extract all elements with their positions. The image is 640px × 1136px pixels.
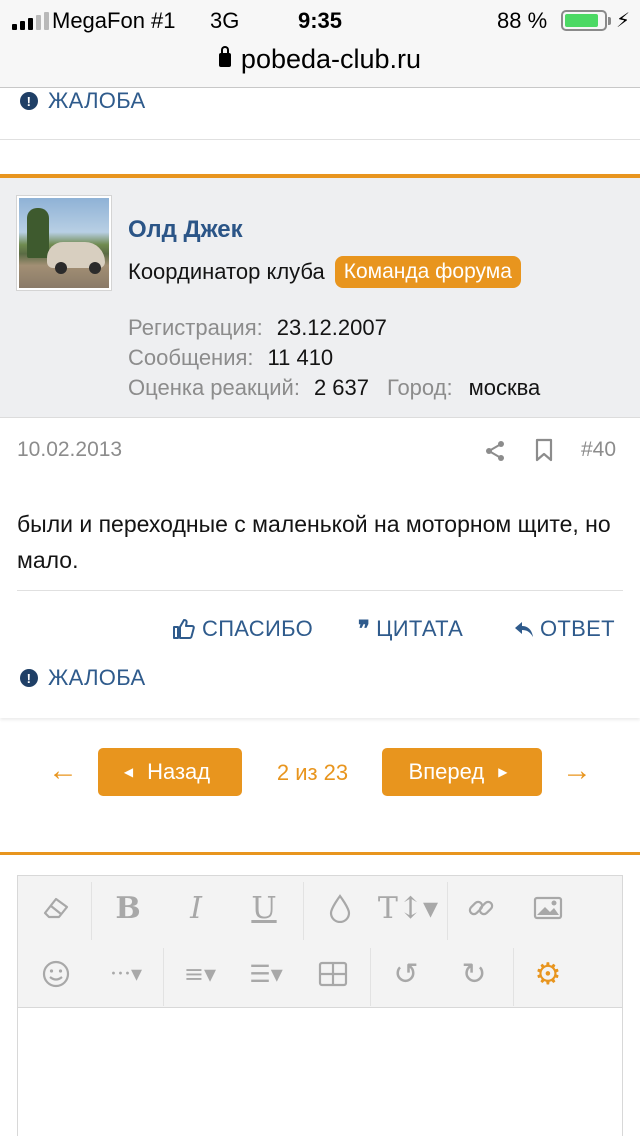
quote-button[interactable]: ❞ ЦИТАТА (358, 616, 463, 642)
lock-icon (218, 46, 231, 67)
bold-icon[interactable]: B (108, 888, 148, 928)
post-number[interactable]: #40 (581, 438, 616, 462)
like-label: СПАСИБО (202, 616, 313, 641)
reply-button[interactable]: ОТВЕТ (514, 616, 615, 642)
underline-icon[interactable]: U (244, 888, 284, 928)
report-label: ЖАЛОБА (48, 665, 146, 690)
smiley-icon[interactable] (36, 954, 76, 994)
color-icon[interactable] (320, 888, 360, 928)
caret-left-icon: ◀ (123, 765, 134, 779)
registration-value: 23.12.2007 (276, 315, 387, 340)
battery-icon (561, 10, 611, 31)
link-icon[interactable] (461, 888, 501, 928)
city-value: москва (468, 375, 541, 400)
reply-label: ОТВЕТ (540, 616, 615, 641)
undo-icon[interactable]: ↺ (386, 954, 426, 994)
share-icon[interactable] (484, 440, 506, 462)
more-icon[interactable]: ···▾ (98, 954, 154, 994)
forum-post: Олд Джек Координатор клуба Команда форум… (0, 174, 640, 718)
table-icon[interactable] (313, 954, 353, 994)
post-meta: 10.02.2013 #40 (0, 418, 640, 484)
previous-post: ! ЖАЛОБА (0, 88, 640, 140)
report-button[interactable]: ! ЖАЛОБА (20, 665, 145, 691)
reply-editor: B I U T↕▾ ···▾ ≡▾ ☰▾ ↺ ↻ ⚙ (0, 852, 640, 1136)
divider (17, 590, 623, 591)
editor-box: B I U T↕▾ ···▾ ≡▾ ☰▾ ↺ ↻ ⚙ (17, 875, 623, 1136)
address-bar[interactable]: pobeda-club.ru (0, 40, 640, 88)
report-label: ЖАЛОБА (48, 88, 146, 113)
quote-icon: ❞ (358, 616, 371, 642)
status-bar: MegaFon #1 3G 9:35 88 % ⚡ (0, 0, 640, 40)
bookmark-icon[interactable] (534, 438, 554, 462)
user-info: Олд Джек Координатор клуба Команда форум… (0, 178, 640, 418)
editor-toolbar: B I U T↕▾ ···▾ ≡▾ ☰▾ ↺ ↻ ⚙ (18, 876, 622, 1008)
user-badge: Команда форума (334, 256, 521, 288)
url-text: pobeda-club.ru (240, 44, 422, 74)
pagination: ← ◀ Назад 2 из 23 Вперед ▶ → (0, 748, 640, 798)
avatar[interactable] (17, 196, 111, 290)
arrow-right-icon[interactable]: → (562, 754, 592, 788)
post-content: были и переходные с маленькой на моторно… (17, 511, 611, 573)
quote-label: ЦИТАТА (376, 616, 464, 641)
battery-percent: 88 % (497, 8, 548, 33)
user-stats: Регистрация: 23.12.2007 Сообщения: 11 41… (128, 313, 540, 403)
redo-icon[interactable]: ↻ (454, 954, 494, 994)
post-date[interactable]: 10.02.2013 (17, 438, 122, 462)
username-link[interactable]: Олд Джек (128, 216, 243, 244)
italic-icon[interactable]: I (176, 888, 216, 928)
list-icon[interactable]: ☰▾ (238, 954, 294, 994)
exclamation-icon: ! (20, 669, 38, 687)
thumbs-up-icon (173, 619, 195, 639)
messages-value: 11 410 (267, 345, 334, 370)
city-label: Город: (387, 375, 453, 400)
reactions-label: Оценка реакций: (128, 375, 300, 400)
caret-right-icon: ▶ (498, 765, 508, 779)
align-icon[interactable]: ≡▾ (172, 954, 228, 994)
reply-icon (515, 622, 533, 637)
like-button[interactable]: СПАСИБО (172, 616, 313, 642)
report-button[interactable]: ! ЖАЛОБА (20, 88, 145, 114)
prev-page-label: Назад (147, 759, 211, 784)
eraser-icon[interactable] (36, 888, 76, 928)
next-page-label: Вперед (408, 759, 485, 784)
text-size-icon[interactable]: T↕▾ (378, 888, 438, 928)
charging-icon: ⚡ (616, 10, 631, 32)
image-icon[interactable] (528, 888, 568, 928)
prev-page-button[interactable]: ◀ Назад (98, 748, 242, 796)
settings-icon[interactable]: ⚙ (528, 954, 568, 994)
registration-label: Регистрация: (128, 315, 263, 340)
exclamation-icon: ! (20, 92, 38, 110)
user-title: Координатор клуба Команда форума (128, 256, 521, 288)
post-actions: СПАСИБО ❞ ЦИТАТА ОТВЕТ (0, 616, 640, 650)
arrow-left-icon[interactable]: ← (48, 754, 78, 788)
reactions-value: 2 637 (313, 375, 369, 400)
user-title-text: Координатор клуба (128, 259, 325, 284)
messages-label: Сообщения: (128, 345, 254, 370)
next-page-button[interactable]: Вперед ▶ (382, 748, 542, 796)
page-info[interactable]: 2 из 23 (250, 760, 375, 786)
